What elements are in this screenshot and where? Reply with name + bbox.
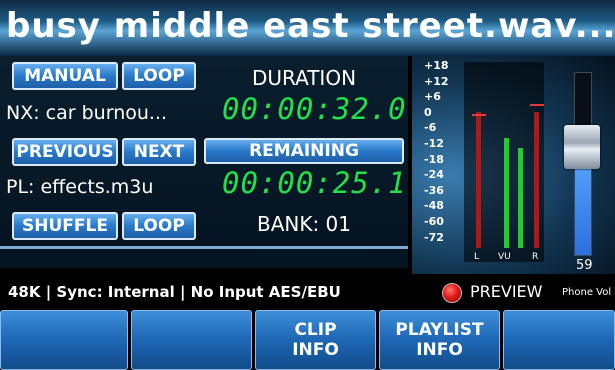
meter-bar-r — [534, 112, 539, 248]
shuffle-button[interactable]: SHUFFLE — [12, 212, 118, 240]
meter-scale-tick: +18 — [424, 59, 449, 72]
meter-scale-tick: -6 — [424, 121, 437, 135]
playlist-text: PL: effects.m3u — [6, 176, 154, 198]
soft-key-1[interactable] — [0, 310, 128, 370]
loop-button-top[interactable]: LOOP — [122, 62, 196, 90]
panel-divider — [0, 246, 408, 249]
transport-panel: MANUAL LOOP NX: car burnou... PREVIOUS N… — [0, 56, 408, 268]
meter-scale-tick: -18 — [424, 152, 444, 166]
meter-channel-label: L — [474, 252, 480, 262]
meter-scale-tick: 0 — [424, 105, 432, 119]
clip-info-button[interactable]: CLIP INFO — [255, 310, 376, 370]
meter-peak-l — [472, 114, 486, 117]
volume-fader-knob[interactable] — [564, 124, 600, 169]
meter-scale-tick: -72 — [424, 230, 444, 244]
title-bar: busy middle east street.wav... — [0, 0, 615, 56]
duration-timecode: 00:00:32.0 — [222, 92, 407, 126]
meter-bar-vu-1 — [504, 137, 509, 248]
playlist-info-line1: PLAYLIST — [395, 320, 484, 340]
next-button[interactable]: NEXT — [122, 138, 196, 166]
soft-key-2[interactable] — [131, 310, 252, 370]
meter-channel-label: VU — [498, 252, 511, 262]
preview-indicator-icon[interactable] — [442, 283, 462, 303]
previous-button[interactable]: PREVIOUS — [12, 138, 118, 166]
meter-scale-tick: -36 — [424, 183, 444, 197]
meter-channel-label: R — [532, 252, 539, 262]
phone-vol-label: Phone Vol — [562, 287, 612, 298]
meter-peak-r — [530, 103, 544, 106]
volume-value: 59 — [576, 258, 593, 273]
duration-label: DURATION — [251, 66, 357, 90]
soft-keys: CLIP INFO PLAYLIST INFO — [0, 310, 615, 370]
meter-scale-tick: -24 — [424, 168, 444, 182]
meter-scale-tick: +12 — [424, 74, 449, 88]
clip-info-line1: CLIP — [294, 320, 337, 340]
screen: busy middle east street.wav... MANUAL LO… — [0, 0, 615, 370]
loop-button-bottom[interactable]: LOOP — [122, 212, 196, 240]
meter-bar-vu-2 — [518, 147, 523, 248]
soft-key-5[interactable] — [503, 310, 615, 370]
meter-scale-tick: +6 — [424, 90, 441, 104]
preview-label[interactable]: PREVIEW — [470, 282, 542, 301]
clip-title: busy middle east street.wav... — [6, 6, 615, 46]
meter-scale-tick: -48 — [424, 199, 444, 213]
remaining-button[interactable]: REMAINING — [204, 138, 404, 164]
bank-label: BANK: 01 — [256, 212, 352, 236]
meter-area: L VU R — [464, 62, 544, 262]
level-meter-panel: +18 +12 +6 0 -6 -12 -18 -24 -36 -48 -60 -72 L VU R 59 — [412, 56, 615, 274]
clip-info-line2: INFO — [292, 340, 339, 360]
meter-bar-l — [476, 112, 481, 248]
manual-button[interactable]: MANUAL — [12, 62, 118, 90]
playlist-info-line2: INFO — [416, 340, 463, 360]
remaining-timecode: 00:00:25.1 — [222, 166, 407, 200]
next-item-text: NX: car burnou... — [6, 102, 168, 124]
meter-scale-tick: -60 — [424, 215, 444, 228]
status-text: 48K | Sync: Internal | No Input AES/EBU — [8, 283, 341, 301]
meter-scale-tick: -12 — [424, 137, 444, 150]
playlist-info-button[interactable]: PLAYLIST INFO — [379, 310, 500, 370]
status-row: 48K | Sync: Internal | No Input AES/EBU … — [0, 274, 615, 308]
